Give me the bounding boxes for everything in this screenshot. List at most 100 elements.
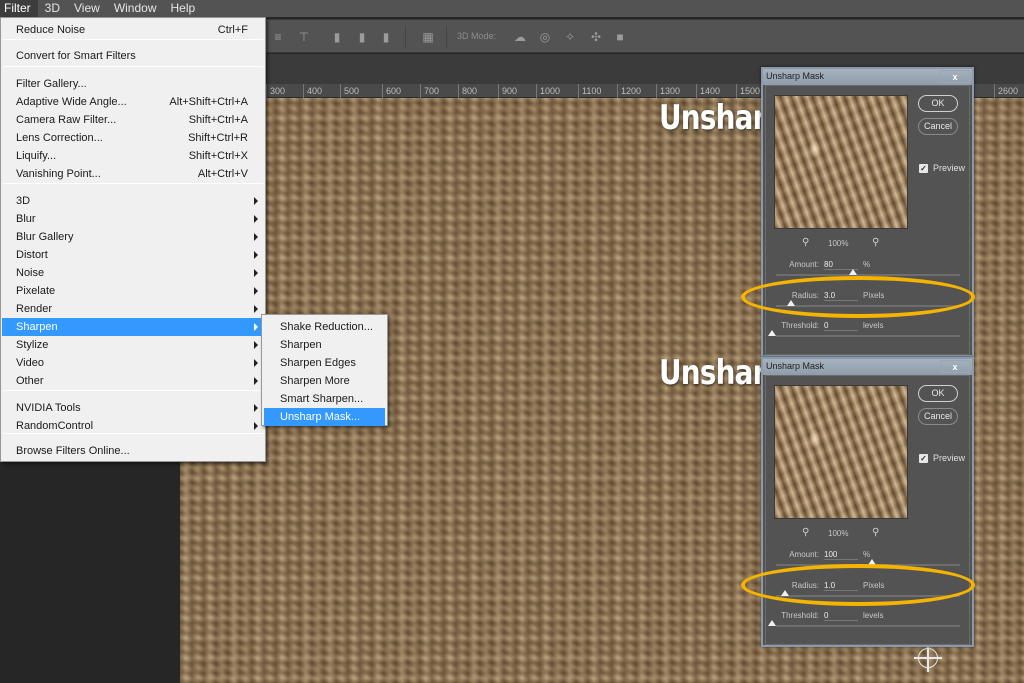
- sharpen-submenu-item-smart-sharpen[interactable]: Smart Sharpen...: [264, 390, 385, 408]
- zoom-out-icon[interactable]: ⚲: [802, 527, 809, 538]
- preview-checkbox[interactable]: ✓: [919, 164, 928, 173]
- filter-menu-item-video[interactable]: Video: [2, 354, 264, 372]
- filter-menu-item-render[interactable]: Render: [2, 300, 264, 318]
- sharpen-submenu-item-unsharp-mask[interactable]: Unsharp Mask...: [264, 408, 385, 426]
- photoshop-window: { "menubar": { "items": [ {"label": "Fil…: [0, 0, 1024, 683]
- menu-item-label: Convert for Smart Filters: [16, 50, 136, 62]
- menu-item-label: NVIDIA Tools: [16, 402, 81, 414]
- sharpen-submenu-item-sharpen-edges[interactable]: Sharpen Edges: [264, 354, 385, 372]
- threshold-label: Threshold:: [781, 611, 819, 620]
- dialog-titlebar[interactable]: Unsharp Mask x: [763, 359, 972, 375]
- distribute-right-icon[interactable]: ▮: [379, 30, 393, 44]
- sharpen-submenu-item-sharpen-more[interactable]: Sharpen More: [264, 372, 385, 390]
- distribute-left-icon[interactable]: ▮: [330, 30, 344, 44]
- roll-3d-icon[interactable]: ◎: [538, 30, 552, 44]
- menu-item-shortcut: Alt+Ctrl+V: [197, 168, 248, 180]
- close-button[interactable]: x: [940, 70, 970, 83]
- menu-item-label: Filter Gallery...: [16, 78, 87, 90]
- filter-menu: Reduce Noise Ctrl+F Convert for Smart Filt…: [0, 17, 266, 462]
- filter-menu-item-3d[interactable]: 3D: [2, 192, 264, 210]
- zoom-out-icon[interactable]: ⚲: [802, 237, 809, 248]
- threshold-label: Threshold:: [781, 321, 819, 330]
- menu-3d[interactable]: 3D: [38, 0, 67, 17]
- ruler-tick: 300: [266, 84, 285, 98]
- menu-filter[interactable]: Filter: [0, 0, 38, 17]
- amount-input[interactable]: 100: [824, 550, 858, 560]
- threshold-input[interactable]: 0: [824, 611, 858, 621]
- menu-view[interactable]: View: [67, 0, 107, 17]
- close-button[interactable]: x: [940, 360, 970, 373]
- menu-separator: [3, 390, 263, 391]
- ruler-tick: 1000: [536, 84, 560, 98]
- threshold-input[interactable]: 0: [824, 321, 858, 331]
- dialog-title: Unsharp Mask: [766, 71, 825, 81]
- filter-menu-item-lens-correction[interactable]: Lens Correction... Shift+Ctrl+R: [2, 129, 264, 147]
- scale-3d-icon[interactable]: ■: [613, 30, 627, 44]
- filter-menu-item-convert-for-smart-filters[interactable]: Convert for Smart Filters: [2, 47, 264, 65]
- submenu-arrow-icon: [254, 197, 258, 205]
- menu-item-label: Camera Raw Filter...: [16, 114, 117, 126]
- sharpen-submenu-item-shake-reduction[interactable]: Shake Reduction...: [264, 318, 385, 336]
- filter-menu-item-noise[interactable]: Noise: [2, 264, 264, 282]
- filter-menu-item-sharpen[interactable]: Sharpen: [2, 318, 264, 336]
- filter-menu-item-blur-gallery[interactable]: Blur Gallery: [2, 228, 264, 246]
- menu-item-label: Render: [16, 303, 53, 315]
- amount-label: Amount:: [789, 260, 819, 269]
- divider: [446, 26, 447, 48]
- menu-help[interactable]: Help: [164, 0, 203, 17]
- submenu-arrow-icon: [254, 251, 258, 259]
- filter-menu-item-liquify[interactable]: Liquify... Shift+Ctrl+X: [2, 147, 264, 165]
- slide-3d-icon[interactable]: ✣: [589, 30, 603, 44]
- filter-menu-item-browse-filters-online[interactable]: Browse Filters Online...: [2, 442, 264, 460]
- submenu-arrow-icon: [254, 287, 258, 295]
- ruler-tick: 800: [458, 84, 477, 98]
- filter-menu-item-camera-raw-filter[interactable]: Camera Raw Filter... Shift+Ctrl+A: [2, 111, 264, 129]
- auto-align-icon[interactable]: ▦: [421, 30, 435, 44]
- menu-item-label: Other: [16, 375, 44, 387]
- filter-menu-item-adaptive-wide-angle[interactable]: Adaptive Wide Angle... Alt+Shift+Ctrl+A: [2, 93, 264, 111]
- align-vertical-center-icon[interactable]: ≡: [271, 30, 285, 44]
- sharpen-submenu-item-sharpen[interactable]: Sharpen: [264, 336, 385, 354]
- zoom-in-icon[interactable]: ⚲: [872, 527, 879, 538]
- threshold-slider-thumb[interactable]: [768, 330, 776, 336]
- filter-menu-item-distort[interactable]: Distort: [2, 246, 264, 264]
- filter-menu-item-other[interactable]: Other: [2, 372, 264, 390]
- dialog-titlebar[interactable]: Unsharp Mask x: [763, 69, 972, 85]
- menu-separator: [3, 183, 263, 184]
- submenu-arrow-icon: [254, 233, 258, 241]
- preview-image[interactable]: [774, 95, 908, 229]
- amount-slider-thumb[interactable]: [848, 269, 857, 275]
- distribute-center-icon[interactable]: ▮: [355, 30, 369, 44]
- amount-unit: %: [863, 260, 871, 269]
- filter-menu-item-randomcontrol[interactable]: RandomControl: [2, 417, 264, 435]
- menu-item-label: Blur: [16, 213, 36, 225]
- ruler-tick: 400: [303, 84, 322, 98]
- menu-item-shortcut: Alt+Shift+Ctrl+A: [169, 96, 248, 108]
- pan-3d-icon[interactable]: ✧: [563, 30, 577, 44]
- filter-menu-item-filter-gallery[interactable]: Filter Gallery...: [2, 75, 264, 93]
- menu-item-label: RandomControl: [16, 420, 94, 432]
- filter-menu-item-stylize[interactable]: Stylize: [2, 336, 264, 354]
- align-bottom-icon[interactable]: ⊤: [297, 30, 311, 44]
- zoom-in-icon[interactable]: ⚲: [872, 237, 879, 248]
- orbit-3d-icon[interactable]: ☁: [513, 30, 527, 44]
- threshold-slider-thumb[interactable]: [768, 620, 776, 626]
- ok-button[interactable]: OK: [918, 385, 958, 402]
- amount-unit: %: [863, 550, 871, 559]
- ruler-tick: 1200: [617, 84, 641, 98]
- filter-menu-item-nvidia-tools[interactable]: NVIDIA Tools: [2, 399, 264, 417]
- menu-window[interactable]: Window: [107, 0, 164, 17]
- cancel-button[interactable]: Cancel: [918, 118, 958, 135]
- filter-menu-item-reduce-noise[interactable]: Reduce Noise Ctrl+F: [2, 21, 264, 39]
- menu-item-shortcut: Shift+Ctrl+X: [188, 150, 248, 162]
- threshold-slider-track[interactable]: [776, 625, 960, 627]
- ok-button[interactable]: OK: [918, 95, 958, 112]
- filter-menu-item-pixelate[interactable]: Pixelate: [2, 282, 264, 300]
- threshold-slider-track[interactable]: [776, 335, 960, 337]
- preview-image[interactable]: [774, 385, 908, 519]
- menu-item-label: Liquify...: [16, 150, 57, 162]
- filter-menu-item-blur[interactable]: Blur: [2, 210, 264, 228]
- preview-checkbox[interactable]: ✓: [919, 454, 928, 463]
- cancel-button[interactable]: Cancel: [918, 408, 958, 425]
- filter-menu-item-vanishing-point[interactable]: Vanishing Point... Alt+Ctrl+V: [2, 165, 264, 183]
